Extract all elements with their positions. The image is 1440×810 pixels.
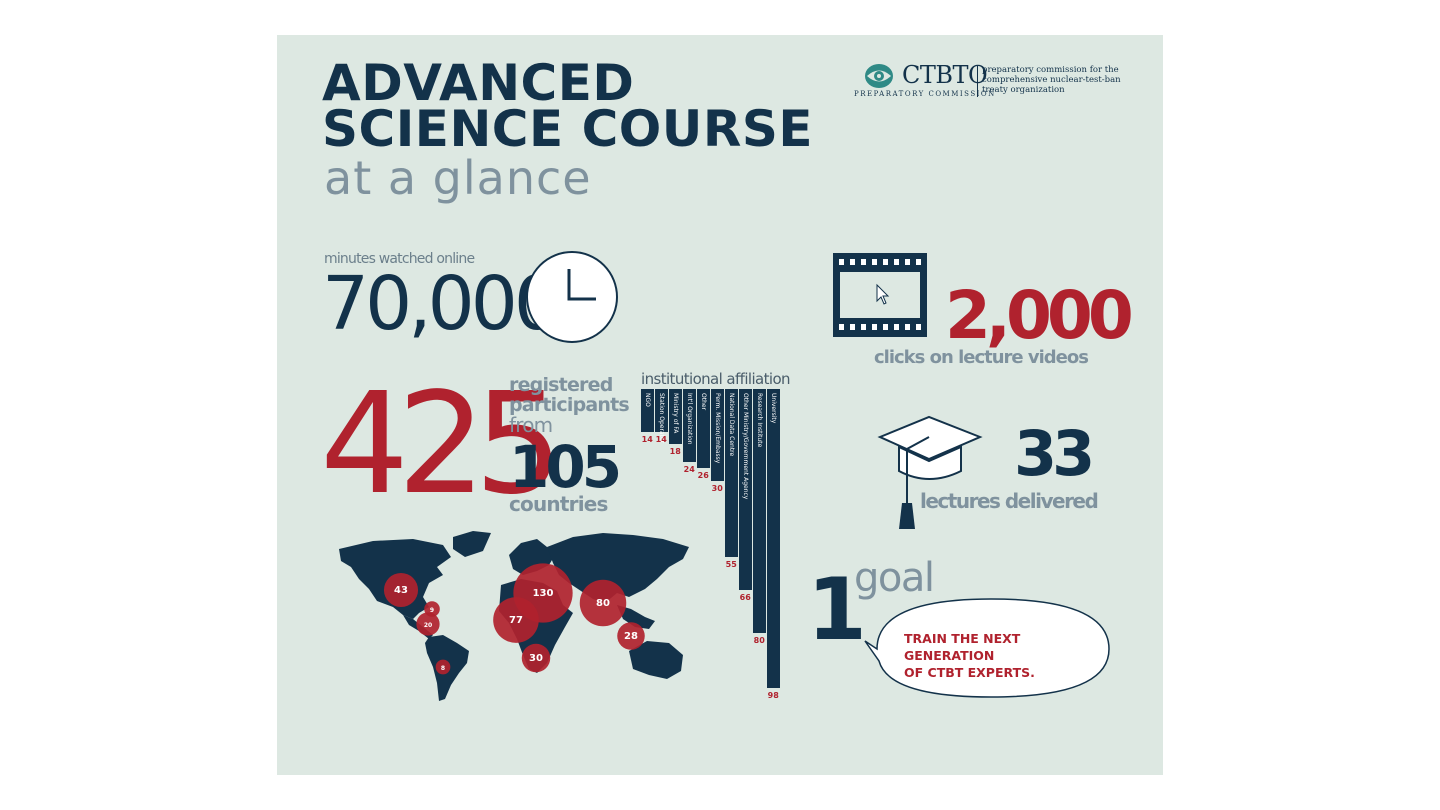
affiliation-bar-label: NGO	[644, 393, 651, 407]
affiliation-bar-label: University	[770, 393, 777, 424]
affiliation-bar-label: Ministry of FA	[672, 393, 679, 434]
subtitle: at a glance	[324, 151, 592, 205]
map-bubble-label: 8	[441, 665, 445, 672]
affiliation-bar: Ministry of FA	[669, 389, 682, 444]
participants-label-2: participants	[509, 394, 630, 416]
map-bubble-label: 130	[533, 588, 554, 599]
affiliation-bar-label: National Data Centre	[728, 393, 735, 457]
participants-label-3: from	[509, 413, 553, 437]
lectures-value: 33	[1014, 417, 1095, 490]
affiliation-bar: Research Institute	[753, 389, 766, 633]
logo-name: CTBTO	[902, 61, 988, 89]
affiliation-bar: NGO	[641, 389, 654, 432]
map-bubble-label: 77	[509, 615, 523, 626]
affiliation-bar: Perm. Mission/Embassy	[711, 389, 724, 481]
affiliation-bar-value: 98	[767, 690, 779, 700]
graduation-cap-icon	[877, 415, 983, 529]
ctbto-emblem-icon	[865, 64, 893, 88]
greenland	[453, 531, 491, 557]
affiliation-bar-label: Other Ministry/Government Agency	[742, 393, 749, 500]
map-bubble-label: 80	[596, 598, 610, 609]
affiliation-bar: Station Operator	[655, 389, 668, 443]
title-line-2: SCIENCE COURSE	[322, 100, 814, 158]
map-bubble-label: 20	[424, 622, 432, 629]
affiliation-bar-label: Int'l Organization	[686, 393, 693, 445]
affiliation-bar: Other Ministry/Government Agency	[739, 389, 752, 591]
logo-separator	[977, 65, 978, 97]
affiliation-bar-label: Research Institute	[756, 393, 763, 448]
participants-label-group: registered participants from	[509, 374, 630, 437]
goal-text: TRAIN THE NEXT GENERATION OF CTBT EXPERT…	[904, 630, 1104, 681]
infographic-poster: ADVANCED SCIENCE COURSE at a glance CTBT…	[277, 35, 1163, 775]
countries-label: countries	[509, 492, 608, 516]
affiliation-title: institutional affiliation	[641, 370, 791, 388]
ctbto-logo: CTBTO PREPARATORY COMMISSION preparatory…	[852, 61, 1122, 105]
clock-icon	[526, 251, 618, 343]
logo-tagline: preparatory commission for the comprehen…	[982, 65, 1121, 95]
affiliation-bar: National Data Centre	[725, 389, 738, 557]
minutes-value: 70,000	[322, 261, 561, 347]
affiliation-bar: University	[767, 389, 780, 688]
logo-subline: PREPARATORY COMMISSION	[854, 90, 996, 98]
film-strip-icon	[833, 253, 927, 337]
countries-value: 105	[509, 433, 622, 501]
world-map: 43920813077308028	[339, 531, 689, 701]
affiliation-bar-label: Other	[700, 393, 707, 411]
map-bubble-label: 43	[394, 585, 408, 596]
clicks-label: clicks on lecture videos	[874, 347, 1089, 368]
participants-label-1: registered	[509, 374, 613, 396]
map-bubble-label: 30	[529, 653, 543, 664]
goal-text-line-1: TRAIN THE NEXT GENERATION	[904, 631, 1021, 663]
map-bubble-label: 28	[624, 631, 638, 642]
goal-text-line-2: OF CTBT EXPERTS.	[904, 665, 1035, 680]
clicks-value: 2,000	[945, 277, 1134, 354]
affiliation-bar-label: Perm. Mission/Embassy	[714, 393, 721, 464]
lectures-label: lectures delivered	[920, 489, 1099, 513]
affiliation-bar: Int'l Organization	[683, 389, 696, 463]
affiliation-bar: Other	[697, 389, 710, 469]
